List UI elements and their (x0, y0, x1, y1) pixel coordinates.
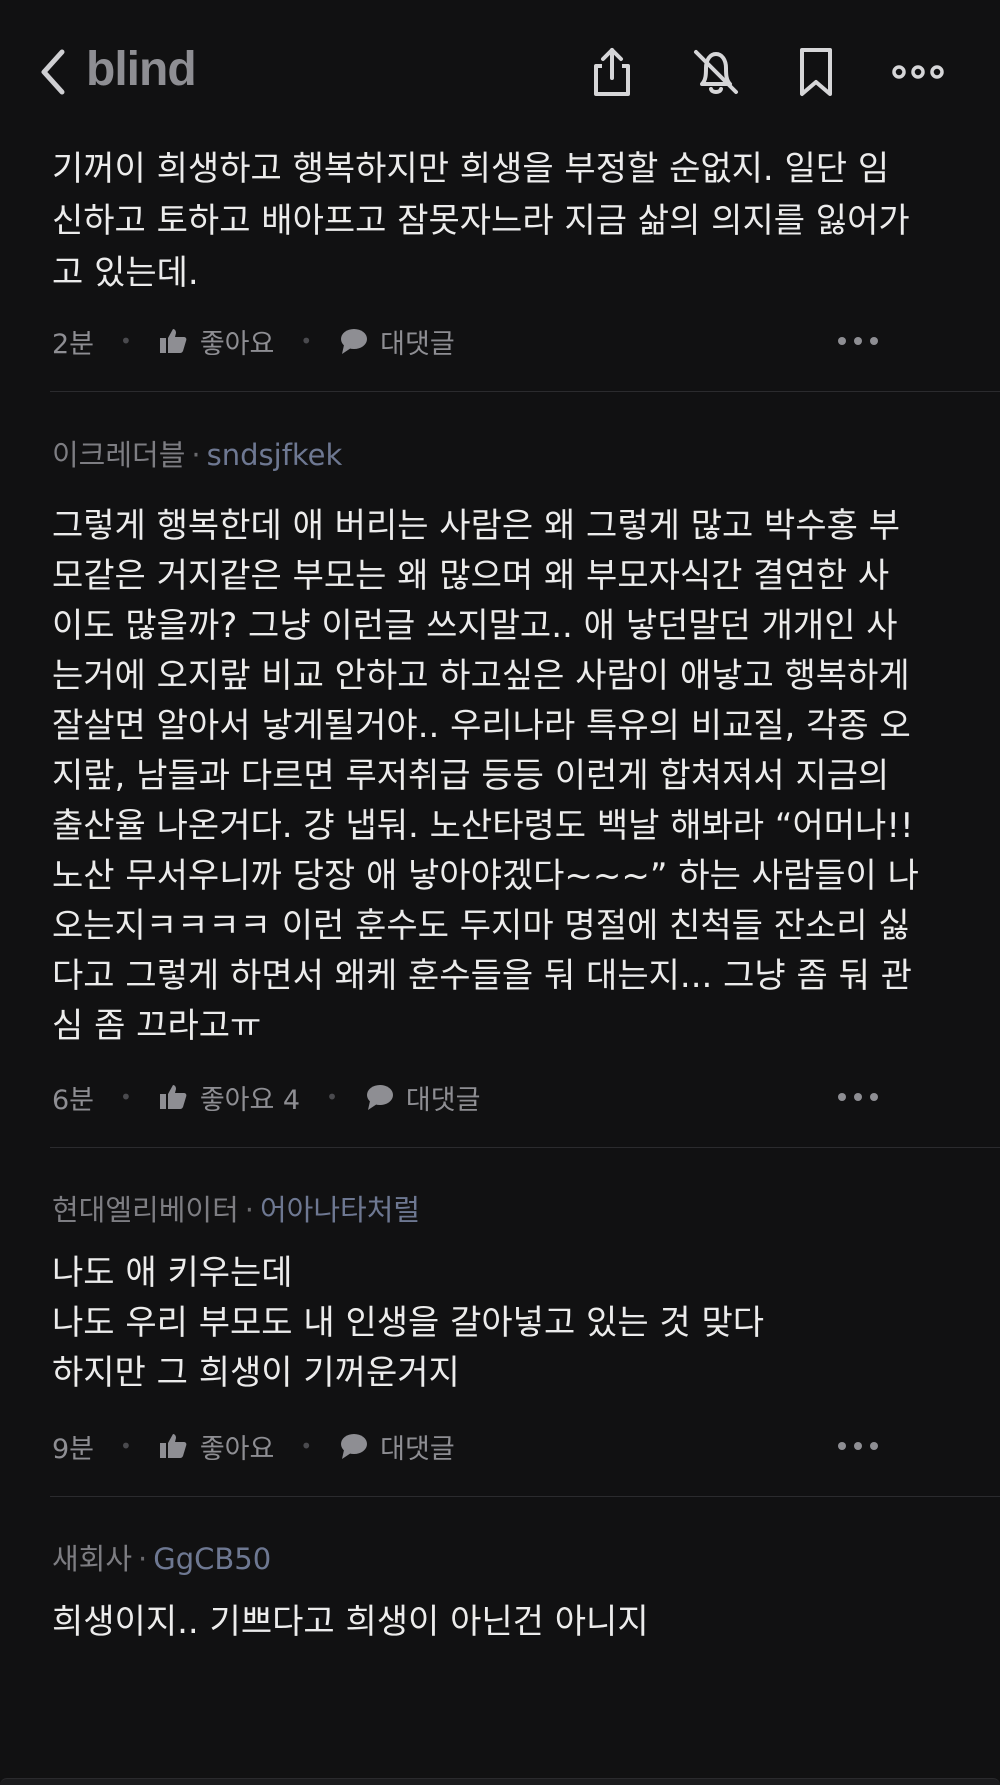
comment-item: 새회사 · GgCB50 희생이지.. 기쁘다고 희생이 아닌건 아니지 (0, 1497, 1000, 1647)
comment-more-button[interactable] (836, 1083, 880, 1111)
top-navigation-bar: blind (0, 0, 1000, 140)
comment-meta: 9분 • 좋아요 • 대댓글 (52, 1426, 950, 1466)
comment-body: 나도 애 키우는데 나도 우리 부모도 내 인생을 갈아넣고 있는 것 맞다 하… (52, 1253, 765, 1393)
back-button[interactable] (38, 46, 70, 98)
more-options-button[interactable] (890, 44, 946, 100)
comment-item: 이크레더블 · sndsjfkek 그렇게 행복한데 애 버리는 사람은 왜 그렇게… (0, 392, 1000, 1117)
comment-author: 현대엘리베이터 · 어아나타처럴 (52, 1190, 950, 1230)
author-nickname[interactable]: GgCB50 (153, 1542, 271, 1576)
blind-logo[interactable]: blind (86, 42, 197, 97)
more-dots-icon (838, 337, 878, 345)
share-icon (594, 48, 630, 96)
share-button[interactable] (584, 44, 640, 100)
separator-dot: • (120, 1434, 132, 1458)
like-label: 좋아요 (199, 1433, 275, 1465)
author-company[interactable]: 현대엘리베이터 (52, 1193, 239, 1227)
notifications-off-icon (694, 50, 738, 94)
like-button[interactable]: 좋아요 (158, 322, 275, 361)
more-icon (892, 65, 944, 79)
reply-button[interactable]: 대댓글 (364, 1078, 481, 1117)
comment-item: 기꺼이 희생하고 행복하지만 희생을 부정할 순없지. 일단 임 신하고 토하고… (0, 140, 1000, 361)
speech-bubble-icon (341, 329, 368, 354)
separator-dot: · (191, 438, 201, 472)
comment-meta: 6분 • 좋아요 4 • 대댓글 (52, 1077, 950, 1117)
notifications-toggle-button[interactable] (688, 44, 744, 100)
speech-bubble-icon (366, 1085, 393, 1110)
comment-meta: 2분 • 좋아요 • 대댓글 (52, 321, 950, 361)
comment-body: 기꺼이 희생하고 행복하지만 희생을 부정할 순없지. 일단 임 신하고 토하고… (52, 149, 910, 293)
comment-time: 2분 (52, 328, 95, 360)
reply-label: 대댓글 (380, 1433, 455, 1465)
separator-dot: • (300, 1434, 313, 1458)
reply-button[interactable]: 대댓글 (338, 322, 455, 361)
comment-time: 9분 (52, 1433, 95, 1465)
thumbs-up-icon (159, 1085, 187, 1109)
comment-more-button[interactable] (836, 327, 880, 355)
speech-bubble-icon (341, 1434, 368, 1459)
author-nickname[interactable]: 어아나타처럴 (260, 1193, 420, 1227)
separator-dot: • (120, 1085, 132, 1109)
comment-body: 그렇게 행복한데 애 버리는 사람은 왜 그렇게 많고 박수홍 부 모같은 거지… (52, 506, 919, 1046)
thumbs-up-icon (159, 1434, 187, 1458)
like-label: 좋아요 (199, 328, 275, 360)
comment-author: 이크레더블 · sndsjfkek (52, 435, 950, 475)
comment-list: 기꺼이 희생하고 행복하지만 희생을 부정할 순없지. 일단 임 신하고 토하고… (0, 140, 1000, 1647)
reply-button[interactable]: 대댓글 (338, 1427, 455, 1466)
more-dots-icon (838, 1093, 878, 1101)
author-company[interactable]: 새회사 (52, 1542, 132, 1576)
comment-time: 6분 (52, 1084, 95, 1116)
like-label: 좋아요 4 (199, 1084, 301, 1116)
back-icon (41, 49, 65, 95)
more-dots-icon (838, 1442, 878, 1450)
separator-dot: • (326, 1085, 338, 1109)
separator-dot: • (300, 329, 313, 353)
separator-dot: • (120, 329, 132, 353)
comment-author: 새회사 · GgCB50 (52, 1539, 950, 1579)
author-nickname[interactable]: sndsjfkek (207, 438, 343, 472)
separator-dot: · (138, 1542, 148, 1576)
author-company[interactable]: 이크레더블 (52, 438, 185, 472)
reply-label: 대댓글 (380, 328, 455, 360)
like-button[interactable]: 좋아요 (158, 1427, 275, 1466)
comment-item: 현대엘리베이터 · 어아나타처럴 나도 애 키우는데 나도 우리 부모도 내 인생을… (0, 1148, 1000, 1466)
like-button[interactable]: 좋아요 4 (158, 1078, 300, 1117)
bookmark-icon (800, 48, 832, 96)
reply-label: 대댓글 (405, 1084, 481, 1116)
thumbs-up-icon (159, 329, 187, 353)
bookmark-button[interactable] (788, 44, 844, 100)
bottom-sheet-edge (0, 1778, 1000, 1785)
comment-more-button[interactable] (836, 1432, 880, 1460)
separator-dot: · (244, 1193, 254, 1227)
comment-body: 희생이지.. 기쁘다고 희생이 아닌건 아니지 (52, 1602, 649, 1642)
